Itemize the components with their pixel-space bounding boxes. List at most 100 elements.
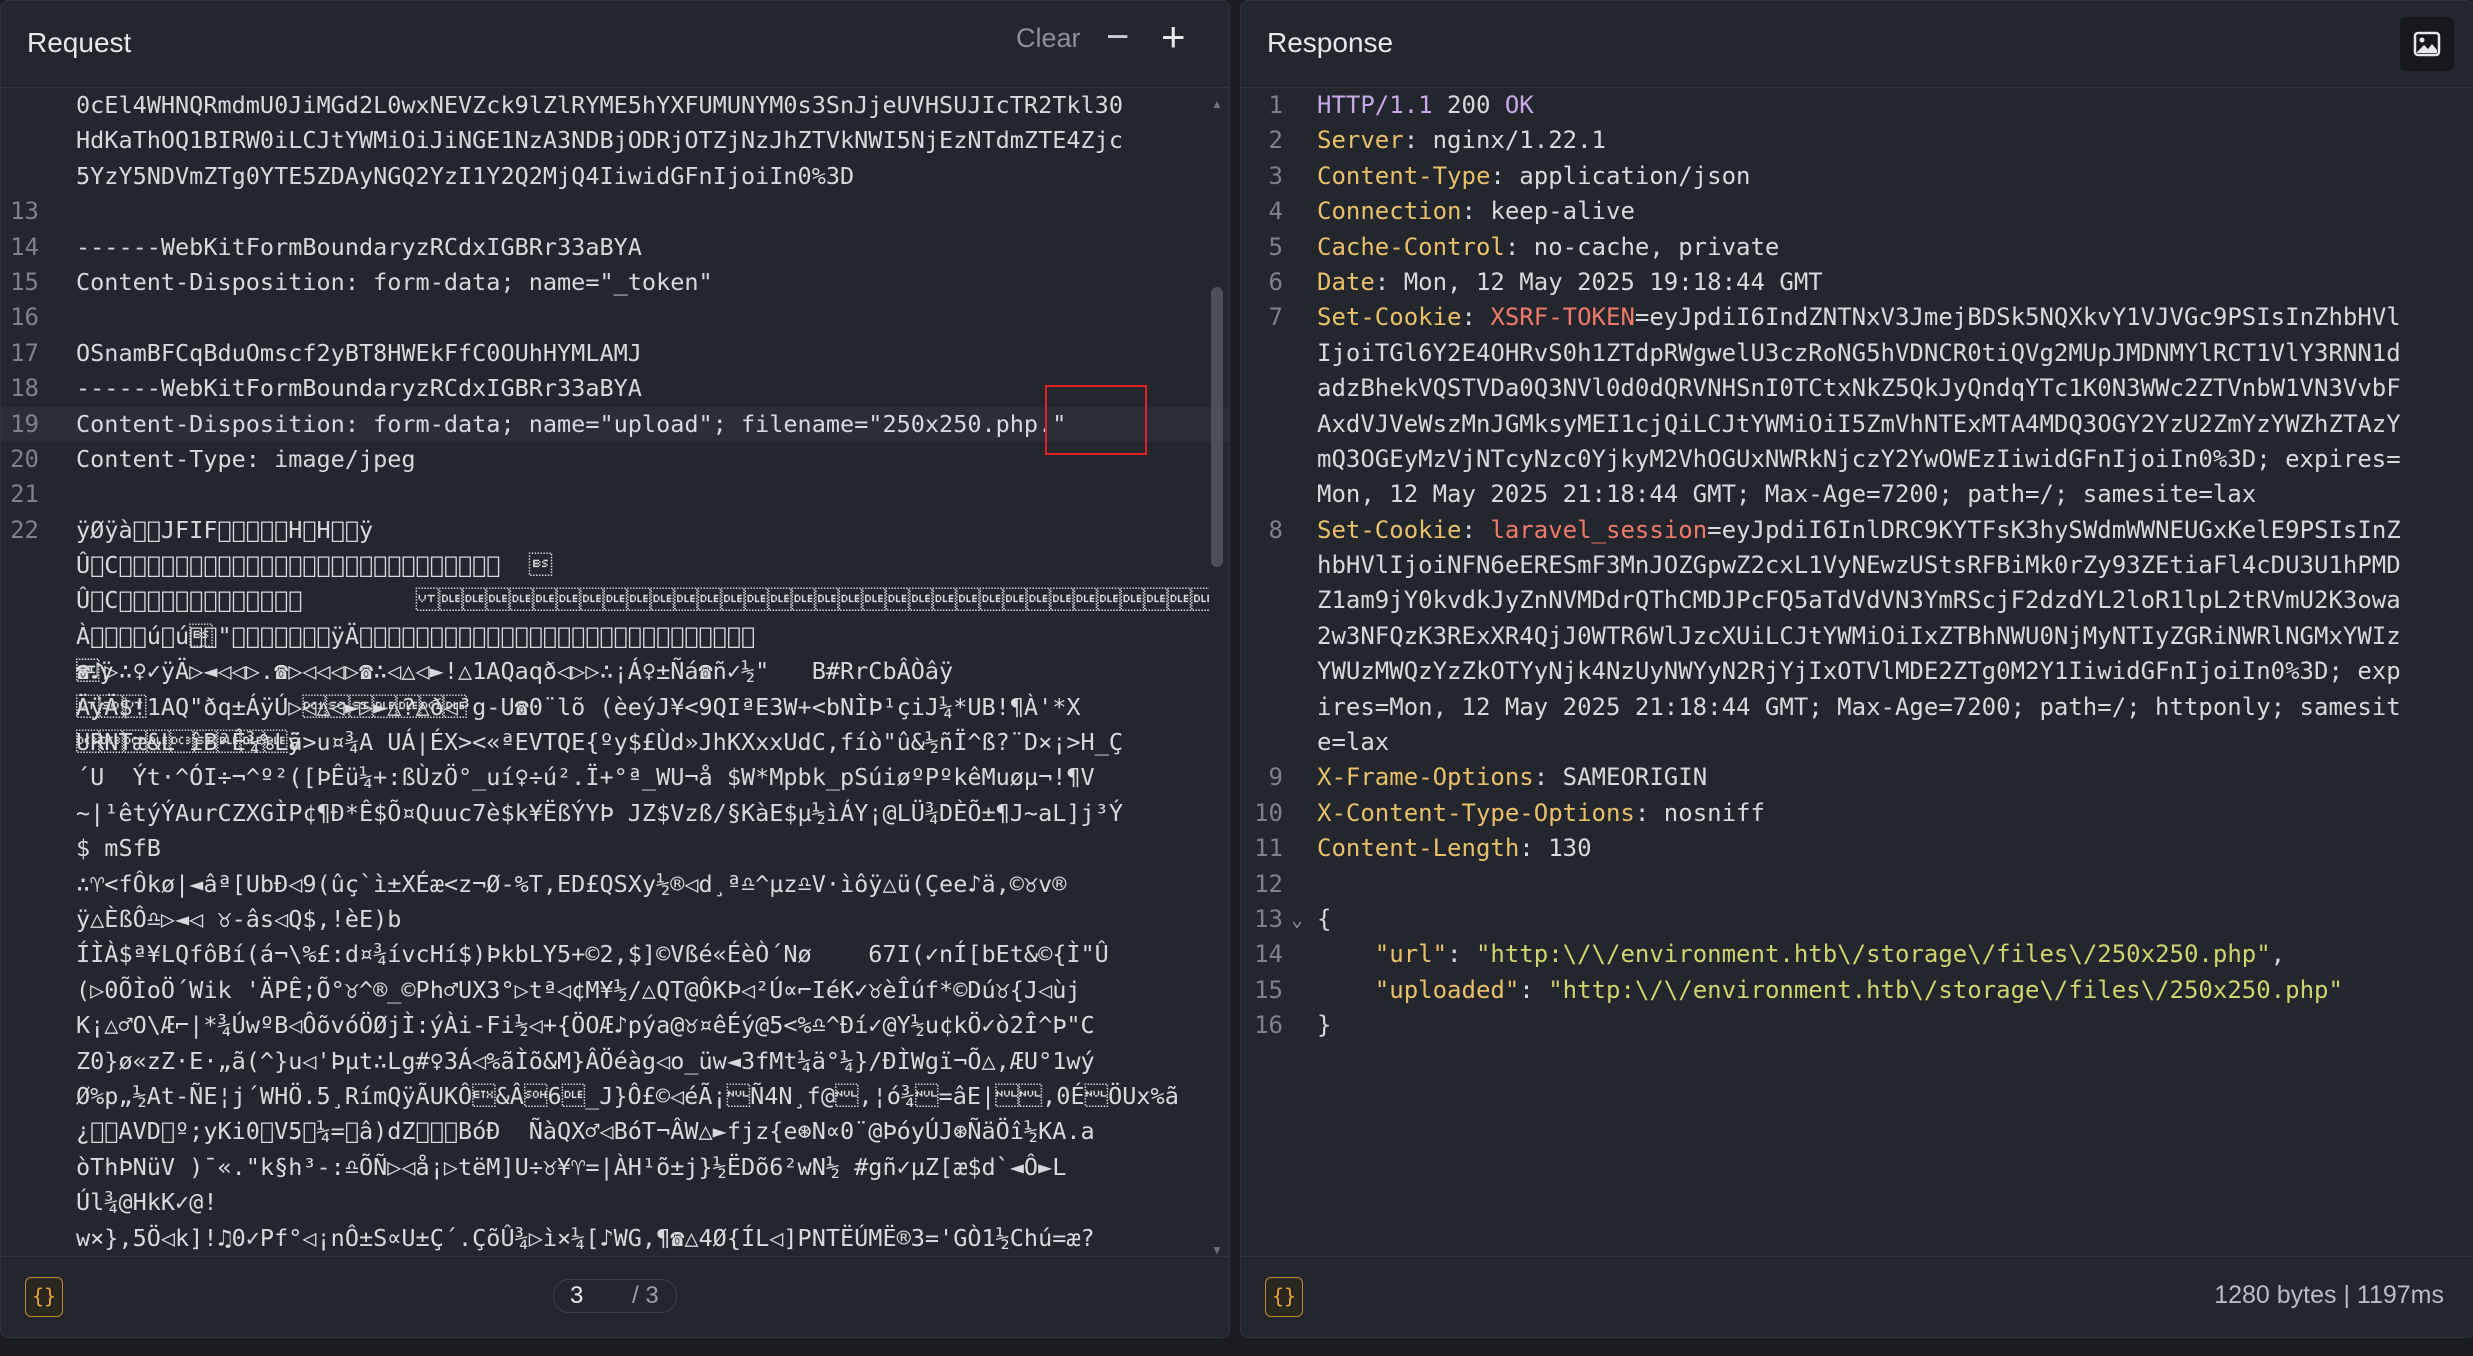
token: 200 <box>1447 91 1505 119</box>
code-line: (▷0ÕÌoÖ´Wik 'ÄPÊ;Õ°♉^®_©Ph♂UX3°▷tª◁¢M¥½/… <box>1 973 1229 1008</box>
line-number: 15 <box>1254 975 1283 1004</box>
line-text: $ mSfB <box>76 834 161 863</box>
line-text: Úl¾@HkK✓@! <box>76 1188 218 1217</box>
token: laravel_session <box>1490 515 1708 544</box>
line-number: 13 <box>1254 904 1283 933</box>
line-number: 14 <box>10 232 39 261</box>
fold-chevron-icon[interactable]: ⌄ <box>1291 902 1303 937</box>
code-line: 11 Content-Length: 130 <box>1241 831 2473 866</box>
line-number: 14 <box>1254 940 1283 969</box>
scroll-down-arrow-icon[interactable]: ▼ <box>1211 1243 1223 1257</box>
token: X-Frame-Options <box>1317 763 1534 792</box>
line-text: ~|¹êtýÝAurCZXGÌP¢¶Ð*Ê$Õ¤Quuc7è$k¥ËßÝYÞ J… <box>76 798 1123 827</box>
request-scrollbar[interactable]: ▲ ▼ <box>1209 97 1225 1257</box>
response-editor[interactable]: 1 HTTP/1.1 200 OK 2 Server: nginx/1.22.1 3 Co… <box>1241 88 2473 1257</box>
token: Cache-Control <box>1317 232 1505 261</box>
code-line: 10 X-Content-Type-Options: nosniff <box>1241 796 2473 831</box>
token: XSRF-TOKEN <box>1490 303 1635 332</box>
page-indicator[interactable]: 3 / 3 <box>553 1279 677 1313</box>
format-json-button[interactable]: {} <box>25 1277 63 1317</box>
zoom-in-button[interactable]: + <box>1161 13 1186 61</box>
code-line: ☎♪▷∴♀✓ÿÄ▷◄◁◁▷.☎▷◁◁◁▷☎∴◁△◁►!△1AQaqð◁▷▷∴¡Á… <box>1 654 1229 689</box>
line-text: ------WebKitFormBoundaryzRCdxIGBRr33aBYA <box>76 374 642 403</box>
code-line: Z0}ø«zZ·E·„ã(^}u◁'Þµt∴Lg#♀3Á◁%ãÌõ&M}ÂÖéà… <box>1 1044 1229 1079</box>
line-number: 13 <box>10 197 39 226</box>
line-text: Set-Cookie: laravel_session=eyJpdiI6InlD… <box>1317 513 2454 548</box>
code-line: Û C … <box>1 583 1229 618</box>
line-text: 5YzY5NDVmZTg0YTE5ZDAyNGQ2YzI1Y2Q2MjQ4Iiw… <box>76 161 855 190</box>
code-line: 9 X-Frame-Options: SAMEORIGIN <box>1241 760 2473 795</box>
scroll-thumb[interactable] <box>1211 287 1223 567</box>
code-line: AxdVJVeWszMnJGMksyMEI1cjQiLCJtYWMiOiI5Zm… <box>1241 407 2473 442</box>
code-line: ires=Mon, 12 May 2025 21:18:44 GMT; Max-… <box>1241 690 2473 725</box>
line-text: Û C … <box>76 586 1209 615</box>
code-line: Úl¾@HkK✓@! <box>1 1185 1229 1220</box>
response-stats: 1280 bytes | 1197ms <box>2214 1281 2444 1309</box>
code-line: 2 Server: nginx/1.22.1 <box>1241 123 2473 158</box>
code-line: K¡△♂O\Æ⌐|*¾ÚwºB◁ÔõvóÖØjÌ:ýÀi-Fi½◁+{ÖOÆ♪p… <box>1 1008 1229 1043</box>
line-text: ¿  AVD º;yKi0 V5 ¼= â)dZ   BóÐ ÑàQX♂◁BóT… <box>76 1117 1095 1146</box>
code-line: ´U Ýt·^ÓI÷¬^º²([ÞÊü¼+:ßÙzÖ°_uí♀÷ú².Ï+°ª_… <box>1 760 1229 795</box>
code-line: 1 HTTP/1.1 200 OK <box>1241 88 2473 123</box>
request-header: Request Clear − + <box>1 1 1229 88</box>
request-title: Request <box>27 27 132 58</box>
token: : no-cache, private <box>1504 232 1780 261</box>
code-line: URNTæ&L îB²Ê¾%Lã>u¤¾A UÁ|ÉX><«ªEVTQE{ºy$… <box>1 725 1229 760</box>
token: 2w3NFQzK3RExXR4QjJ0WTR6WlJzcXUiLCJtYWMiO… <box>1317 621 2401 650</box>
token: Content-Type <box>1317 161 1491 190</box>
code-line: Ø%p„½At-ÑE¦j´WHÖ.5¸RímQÿÃUKÔ&Â6_J}Ô£©… <box>1 1079 1229 1114</box>
code-line: $ mSfB <box>1 831 1229 866</box>
code-line: Û C      … <box>1 548 1229 756</box>
line-text: ÄÿÄ$!1AQ"ðq±ÁÿÚ▷◁△◁►▷►△?△ð◁³g-U☎0¨lõ (èe… <box>76 692 1081 721</box>
line-number: 11 <box>1254 834 1283 863</box>
line-number: 5 <box>1268 232 1283 261</box>
token: X-Content-Type-Options <box>1317 798 1635 827</box>
line-number: 8 <box>1268 515 1283 544</box>
line-text: ´U Ýt·^ÓI÷¬^º²([ÞÊü¼+:ßÙzÖ°_uí♀÷ú².Ï+°ª_… <box>76 763 1095 792</box>
code-line: 0cEl4WHNQRmdmU0JiMGd2L0wxNEVZck9lZlRYME5… <box>1 88 1229 123</box>
line-number: 18 <box>10 374 39 403</box>
highlight-annotation-box <box>1045 385 1147 455</box>
request-pane: Request Clear − + 0cEl4WHNQRmdmU0JiMGd2L… <box>0 0 1230 1338</box>
line-text: ------WebKitFormBoundaryzRCdxIGBRr33aBYA <box>76 232 642 261</box>
token: "url" <box>1374 940 1448 969</box>
line-number: 1 <box>1268 91 1283 119</box>
token: : keep-alive <box>1461 197 1635 226</box>
code-line: 14 ------WebKitFormBoundaryzRCdxIGBRr33aB… <box>1 230 1229 265</box>
format-json-button[interactable]: {} <box>1265 1277 1303 1317</box>
zoom-out-button[interactable]: − <box>1106 15 1129 60</box>
image-view-button[interactable] <box>2400 17 2454 71</box>
line-text: ÍÌÀ$ª¥LQfôBí(á¬\%£:d¤¾ívcHí$)ÞkbLY5+©2,$… <box>76 940 1109 969</box>
code-line: adzBhekVQSTVDa0Q3NVl0d0dQRVNHSnI0TCtxNkZ… <box>1241 371 2473 406</box>
line-number: 17 <box>10 338 39 367</box>
code-line: IjoiTGl6Y2E4OHRvS0h1ZTdpRWgwelU3czRoNG5h… <box>1241 336 2473 371</box>
code-line: 6 Date: Mon, 12 May 2025 19:18:44 GMT <box>1241 265 2473 300</box>
line-text: adzBhekVQSTVDa0Q3NVl0d0dQRVNHSnI0TCtxNkZ… <box>1317 371 2454 406</box>
line-text: Mon, 12 May 2025 21:18:44 GMT; Max-Age=7… <box>1317 477 2454 512</box>
line-text: ÿØÿà JFIF   H H  ÿ <box>76 515 374 544</box>
token: } <box>1317 1011 1332 1040</box>
token: OK <box>1504 91 1534 119</box>
line-number: 7 <box>1268 303 1283 332</box>
code-line: 15 Content-Disposition: form-data; name="… <box>1 265 1229 300</box>
clear-button[interactable]: Clear <box>1016 23 1081 54</box>
response-footer: {} 1280 bytes | 1197ms <box>1241 1256 2473 1337</box>
code-line: ∴♈<fÔkø|◄âª[UbÐ◁9(ûç`ì±XÉæ<z¬Ø-%T,ED£QSX… <box>1 867 1229 902</box>
code-line: 2w3NFQzK3RExXR4QjJ0WTR6WlJzcXUiLCJtYWMiO… <box>1241 619 2473 654</box>
token: AxdVJVeWszMnJGMksyMEI1cjQiLCJtYWMiOiI5Zm… <box>1317 409 2401 438</box>
line-text: Content-Type: image/jpeg <box>76 444 416 473</box>
page-current[interactable]: 3 <box>570 1280 583 1312</box>
code-line: 22 ÿØÿà JFIF   H H  ÿ <box>1 513 1229 548</box>
scroll-up-arrow-icon[interactable]: ▲ <box>1211 97 1223 111</box>
token: hbHVlIjoiNFN6eERESmF3MnJOZGpwZ2cxL1VyNEw… <box>1317 551 2401 580</box>
token: : Mon, 12 May 2025 19:18:44 GMT <box>1374 267 1823 296</box>
code-line: ÿ△ÈßÔ♎▷◄◁ ♉-âs◁Q$,!èE)b <box>1 902 1229 937</box>
request-editor[interactable]: 0cEl4WHNQRmdmU0JiMGd2L0wxNEVZck9lZlRYME5… <box>1 88 1229 1257</box>
line-text: ☎♪▷∴♀✓ÿÄ▷◄◁◁▷.☎▷◁◁◁▷☎∴◁△◁►!△1AQaqð◁▷▷∴¡Á… <box>76 657 954 686</box>
line-text: OSnamBFCqBduOmscf2yBT8HWEkFfC0OUhHYMLAMJ <box>76 338 642 367</box>
token: adzBhekVQSTVDa0Q3NVl0d0dQRVNHSnI0TCtxNkZ… <box>1317 374 2401 403</box>
line-text: Z1am9jY0kvdkJyZnNVMDdrQThCMDJPcFQ5aTdVdV… <box>1317 583 2454 618</box>
token: : <box>1447 940 1476 969</box>
token: e=lax <box>1317 728 1390 757</box>
token: Connection <box>1317 197 1462 226</box>
